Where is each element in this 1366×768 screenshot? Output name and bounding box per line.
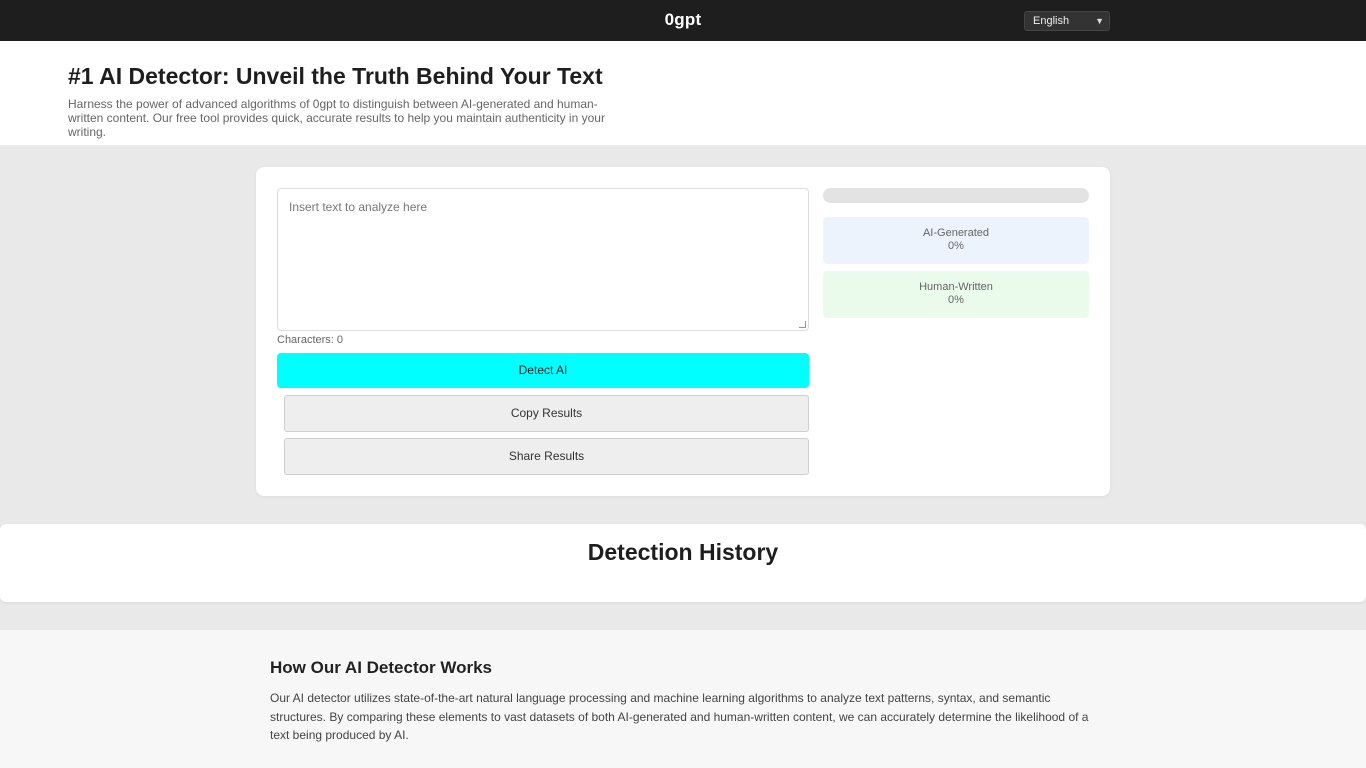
human-written-label: Human-Written — [919, 281, 993, 293]
hero-description: Harness the power of advanced algorithms… — [68, 97, 605, 139]
result-progress-bar — [823, 188, 1089, 203]
share-results-button[interactable]: Share Results — [284, 438, 809, 475]
ai-generated-label: AI-Generated — [922, 227, 990, 239]
detection-history-title: Detection History — [587, 539, 779, 565]
how-it-works-title: How Our AI Detector Works — [270, 658, 492, 677]
human-written-value: 0% — [948, 294, 964, 306]
text-input-placeholder: Insert text to analyze here — [289, 200, 428, 214]
character-count: Characters: 0 — [277, 334, 344, 346]
detect-ai-button[interactable]: Detect AI — [277, 353, 809, 388]
language-select[interactable]: English ▼ — [1024, 11, 1110, 31]
page-title: #1 AI Detector: Unveil the Truth Behind … — [68, 63, 603, 89]
hero-section: #1 AI Detector: Unveil the Truth Behind … — [0, 41, 1366, 145]
detector-card: Insert text to analyze here Characters: … — [256, 167, 1110, 496]
chevron-down-icon: ▼ — [1095, 16, 1104, 26]
ai-generated-value: 0% — [948, 240, 964, 252]
top-nav-bar: 0gpt English ▼ — [0, 0, 1366, 41]
copy-results-button[interactable]: Copy Results — [284, 395, 809, 432]
resize-handle[interactable] — [799, 321, 806, 328]
ai-generated-result: AI-Generated 0% — [823, 217, 1089, 264]
detection-history-section: Detection History — [0, 524, 1366, 602]
how-it-works-section: How Our AI Detector Works Our AI detecto… — [0, 630, 1366, 768]
human-written-result: Human-Written 0% — [823, 271, 1089, 318]
language-select-value: English — [1033, 15, 1070, 27]
brand-logo[interactable]: 0gpt — [0, 10, 1366, 30]
how-it-works-body: Our AI detector utilizes state-of-the-ar… — [270, 691, 1089, 742]
text-input[interactable]: Insert text to analyze here — [277, 188, 809, 331]
